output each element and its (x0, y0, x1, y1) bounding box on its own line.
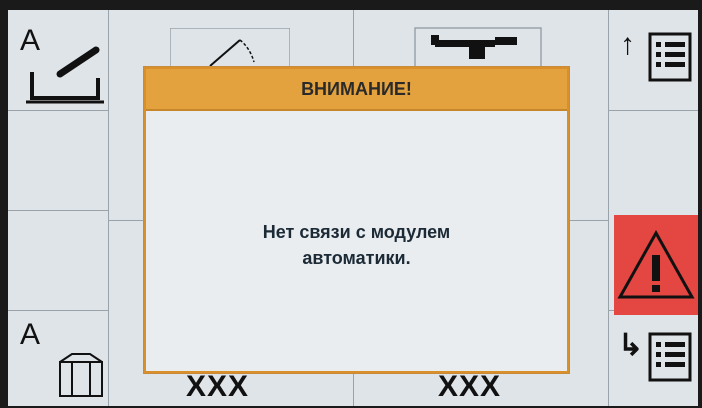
dialog-title: ВНИМАНИЕ! (146, 69, 567, 111)
softkey-auto-gate[interactable]: A (16, 314, 106, 398)
angle-icon (169, 27, 291, 69)
dialog-message: Нет связи с модулем автоматики. (146, 219, 567, 271)
grid-divider (8, 210, 108, 211)
grid-divider (608, 110, 698, 111)
softkey-list-down[interactable]: ↳ (614, 320, 698, 400)
boom-icon (414, 27, 542, 69)
grid-divider (8, 110, 108, 111)
grid-divider (608, 10, 609, 406)
warning-icon (617, 229, 695, 299)
softkey-boom[interactable] (413, 26, 543, 70)
softkey-auto-tilt[interactable]: A (16, 24, 106, 106)
warning-dialog[interactable]: ВНИМАНИЕ! Нет связи с модулем автоматики… (144, 67, 569, 373)
value-label-left: XXX (186, 370, 250, 403)
softkey-list-up[interactable]: ↑ (614, 24, 698, 104)
tilt-bucket-icon (26, 46, 104, 104)
warning-softkey[interactable] (614, 215, 698, 315)
dialog-message-line: автоматики. (302, 248, 411, 268)
dialog-message-line: Нет связи с модулем (262, 222, 451, 242)
gate-icon (59, 353, 103, 397)
display-screen: A A ↑ ↳ XXX XXX ВНИМАНИЕ! Нет связи с мо… (8, 10, 698, 406)
softkey-angle[interactable] (169, 27, 291, 69)
value-label-right: XXX (438, 370, 502, 403)
list-icon (648, 32, 692, 82)
list-icon (648, 332, 692, 382)
grid-divider (108, 10, 109, 406)
grid-divider (8, 310, 108, 311)
